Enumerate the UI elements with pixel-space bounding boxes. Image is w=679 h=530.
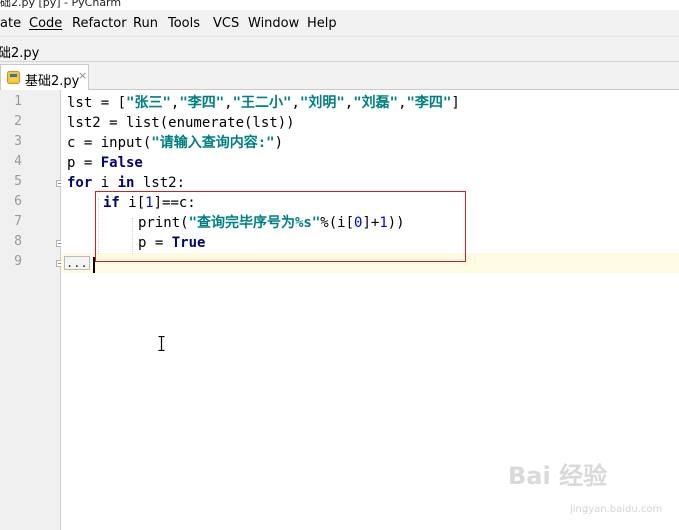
code-line-4: p = False (67, 153, 143, 173)
string-literal: "刘明" (299, 95, 345, 111)
line-number: 2 (14, 114, 22, 129)
string-literal: "请输入查询内容:" (151, 135, 275, 151)
code-line-3: c = input("请输入查询内容:") (67, 133, 283, 153)
menu-vcs[interactable]: VCS (213, 16, 239, 31)
highlight-annotation-box (95, 191, 466, 262)
breadcrumb-file[interactable]: 础2.py (0, 42, 39, 61)
tab-label: 基础2.py (25, 74, 80, 89)
line-number: 6 (14, 194, 22, 209)
string-literal: "李四" (179, 95, 225, 111)
navigation-bar: 础2.py (0, 36, 679, 62)
menu-refactor[interactable]: Refactor (72, 16, 127, 31)
line-number: 4 (14, 154, 22, 169)
code-line-9: ... (64, 253, 90, 273)
keyword: for (67, 175, 93, 191)
code-text: ] (451, 95, 460, 111)
menu-help[interactable]: Help (307, 16, 337, 31)
baidu-watermark-logo: Bai 经验 (508, 462, 608, 490)
code-text: c = input( (67, 135, 152, 151)
menu-run[interactable]: Run (133, 16, 158, 31)
keyword: in (117, 175, 135, 191)
editor-tab-bar: 基础2.py × (0, 62, 679, 90)
line-number: 3 (14, 134, 22, 149)
python-file-icon (7, 71, 20, 84)
code-line-5: for i in lst2: (67, 173, 185, 193)
menu-bar: ate Code Refactor Run Tools VCS Window H… (0, 10, 679, 36)
code-text: , (344, 95, 354, 111)
code-text: , (291, 95, 300, 111)
code-text: lst2 = list(enumerate(lst)) (67, 115, 295, 131)
code-text: p = (67, 155, 101, 171)
code-line-2: lst2 = list(enumerate(lst)) (67, 113, 295, 133)
code-text: lst2: (134, 175, 186, 191)
window-title: 础2.py [py] - PyCharm (0, 0, 122, 9)
code-text: , (398, 95, 407, 111)
string-literal: "刘磊" (353, 95, 399, 111)
folded-code-placeholder[interactable]: ... (64, 256, 90, 270)
menu-code[interactable]: Code (29, 16, 62, 31)
line-number: 1 (14, 94, 22, 109)
menu-navigate[interactable]: ate (0, 16, 21, 31)
window-title-bar: 础2.py [py] - PyCharm (0, 0, 679, 10)
code-text: lst = [ (67, 95, 127, 111)
code-text: i (92, 175, 118, 191)
string-literal: "张三" (126, 95, 171, 111)
menu-window[interactable]: Window (248, 16, 299, 31)
keyword: False (100, 155, 143, 171)
ibeam-cursor-icon (158, 336, 165, 351)
tab-file[interactable]: 基础2.py × (0, 64, 89, 90)
line-number: 8 (14, 234, 22, 249)
watermark-url: jingyan.baidu.com (570, 504, 663, 515)
menu-tools[interactable]: Tools (168, 16, 200, 31)
line-number: 7 (14, 214, 22, 229)
line-number: 5 (14, 174, 22, 189)
string-literal: "王二小" (232, 95, 292, 111)
string-literal: "李四" (406, 95, 452, 111)
tab-close-icon[interactable]: × (78, 69, 87, 82)
code-text: , (224, 95, 233, 111)
code-line-1: lst = ["张三","李四","王二小","刘明","刘磊","李四"] (67, 93, 460, 113)
code-text: ) (274, 135, 284, 151)
line-number: 9 (14, 254, 22, 269)
